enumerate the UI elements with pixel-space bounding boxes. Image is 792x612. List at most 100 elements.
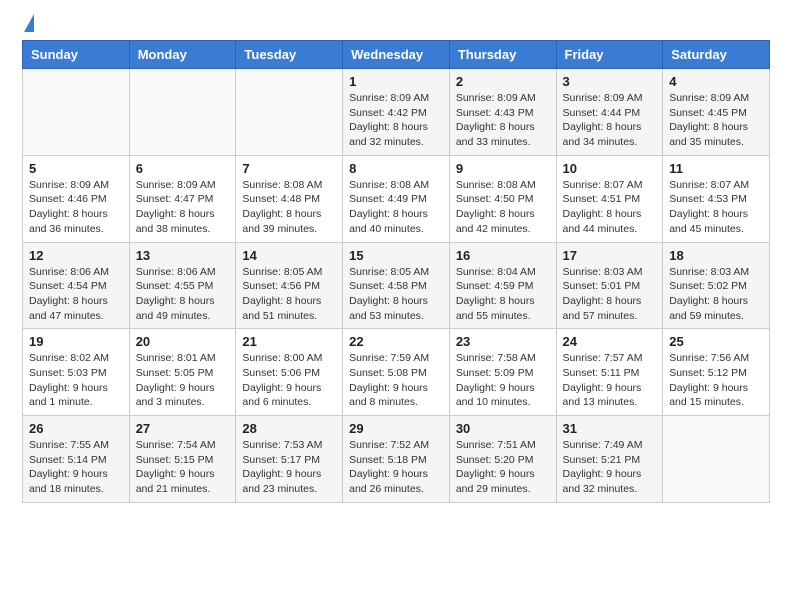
day-info: Sunrise: 8:08 AM Sunset: 4:48 PM Dayligh… [242,178,336,237]
day-number: 18 [669,248,763,263]
week-row-2: 5 Sunrise: 8:09 AM Sunset: 4:46 PM Daylig… [23,155,770,242]
day-cell: 23 Sunrise: 7:58 AM Sunset: 5:09 PM Dayli… [449,329,556,416]
day-cell: 4 Sunrise: 8:09 AM Sunset: 4:45 PM Daylig… [663,69,770,156]
day-cell: 15 Sunrise: 8:05 AM Sunset: 4:58 PM Dayli… [343,242,450,329]
day-cell: 1Sunrise: 8:09 AM Sunset: 4:42 PM Daylig… [343,69,450,156]
day-info: Sunrise: 8:09 AM Sunset: 4:45 PM Dayligh… [669,91,763,150]
day-info: Sunrise: 8:05 AM Sunset: 4:58 PM Dayligh… [349,265,443,324]
day-info: Sunrise: 7:52 AM Sunset: 5:18 PM Dayligh… [349,438,443,497]
day-info: Sunrise: 8:09 AM Sunset: 4:47 PM Dayligh… [136,178,230,237]
day-cell: 6Sunrise: 8:09 AM Sunset: 4:47 PM Daylig… [129,155,236,242]
day-cell: 14 Sunrise: 8:05 AM Sunset: 4:56 PM Dayli… [236,242,343,329]
week-row-1: 1Sunrise: 8:09 AM Sunset: 4:42 PM Daylig… [23,69,770,156]
day-number: 26 [29,421,123,436]
day-cell: 25 Sunrise: 7:56 AM Sunset: 5:12 PM Dayli… [663,329,770,416]
day-cell: 3 Sunrise: 8:09 AM Sunset: 4:44 PM Daylig… [556,69,663,156]
day-cell: 31Sunrise: 7:49 AM Sunset: 5:21 PM Dayli… [556,416,663,503]
logo-triangle-icon [24,14,34,32]
day-cell [663,416,770,503]
day-cell [236,69,343,156]
day-info: Sunrise: 7:53 AM Sunset: 5:17 PM Dayligh… [242,438,336,497]
day-info: Sunrise: 7:56 AM Sunset: 5:12 PM Dayligh… [669,351,763,410]
day-info: Sunrise: 8:09 AM Sunset: 4:44 PM Dayligh… [563,91,657,150]
day-info: Sunrise: 8:07 AM Sunset: 4:53 PM Dayligh… [669,178,763,237]
day-info: Sunrise: 8:09 AM Sunset: 4:42 PM Dayligh… [349,91,443,150]
logo [22,18,34,32]
day-info: Sunrise: 7:55 AM Sunset: 5:14 PM Dayligh… [29,438,123,497]
day-info: Sunrise: 8:08 AM Sunset: 4:50 PM Dayligh… [456,178,550,237]
day-number: 9 [456,161,550,176]
day-cell: 18 Sunrise: 8:03 AM Sunset: 5:02 PM Dayli… [663,242,770,329]
day-cell: 11Sunrise: 8:07 AM Sunset: 4:53 PM Dayli… [663,155,770,242]
week-row-5: 26 Sunrise: 7:55 AM Sunset: 5:14 PM Dayli… [23,416,770,503]
weekday-header-wednesday: Wednesday [343,41,450,69]
day-info: Sunrise: 8:09 AM Sunset: 4:43 PM Dayligh… [456,91,550,150]
day-cell [23,69,130,156]
weekday-header-row: SundayMondayTuesdayWednesdayThursdayFrid… [23,41,770,69]
day-info: Sunrise: 8:01 AM Sunset: 5:05 PM Dayligh… [136,351,230,410]
header [22,18,770,32]
day-number: 3 [563,74,657,89]
calendar: SundayMondayTuesdayWednesdayThursdayFrid… [22,40,770,503]
day-info: Sunrise: 7:49 AM Sunset: 5:21 PM Dayligh… [563,438,657,497]
day-number: 27 [136,421,230,436]
day-info: Sunrise: 7:58 AM Sunset: 5:09 PM Dayligh… [456,351,550,410]
day-info: Sunrise: 8:05 AM Sunset: 4:56 PM Dayligh… [242,265,336,324]
day-cell: 20 Sunrise: 8:01 AM Sunset: 5:05 PM Dayli… [129,329,236,416]
day-number: 7 [242,161,336,176]
day-cell: 9 Sunrise: 8:08 AM Sunset: 4:50 PM Daylig… [449,155,556,242]
day-number: 10 [563,161,657,176]
page: SundayMondayTuesdayWednesdayThursdayFrid… [0,0,792,521]
day-number: 25 [669,334,763,349]
day-number: 17 [563,248,657,263]
day-info: Sunrise: 8:03 AM Sunset: 5:02 PM Dayligh… [669,265,763,324]
day-cell: 17Sunrise: 8:03 AM Sunset: 5:01 PM Dayli… [556,242,663,329]
day-cell: 16 Sunrise: 8:04 AM Sunset: 4:59 PM Dayli… [449,242,556,329]
day-info: Sunrise: 8:02 AM Sunset: 5:03 PM Dayligh… [29,351,123,410]
day-cell: 27 Sunrise: 7:54 AM Sunset: 5:15 PM Dayli… [129,416,236,503]
day-info: Sunrise: 7:59 AM Sunset: 5:08 PM Dayligh… [349,351,443,410]
day-info: Sunrise: 8:09 AM Sunset: 4:46 PM Dayligh… [29,178,123,237]
day-cell: 19 Sunrise: 8:02 AM Sunset: 5:03 PM Dayli… [23,329,130,416]
day-cell: 12Sunrise: 8:06 AM Sunset: 4:54 PM Dayli… [23,242,130,329]
weekday-header-thursday: Thursday [449,41,556,69]
day-info: Sunrise: 8:07 AM Sunset: 4:51 PM Dayligh… [563,178,657,237]
day-cell: 7 Sunrise: 8:08 AM Sunset: 4:48 PM Daylig… [236,155,343,242]
weekday-header-saturday: Saturday [663,41,770,69]
day-number: 19 [29,334,123,349]
day-info: Sunrise: 8:04 AM Sunset: 4:59 PM Dayligh… [456,265,550,324]
day-number: 28 [242,421,336,436]
weekday-header-tuesday: Tuesday [236,41,343,69]
day-cell: 22 Sunrise: 7:59 AM Sunset: 5:08 PM Dayli… [343,329,450,416]
day-info: Sunrise: 8:00 AM Sunset: 5:06 PM Dayligh… [242,351,336,410]
day-info: Sunrise: 8:08 AM Sunset: 4:49 PM Dayligh… [349,178,443,237]
day-number: 16 [456,248,550,263]
week-row-3: 12Sunrise: 8:06 AM Sunset: 4:54 PM Dayli… [23,242,770,329]
day-number: 24 [563,334,657,349]
weekday-header-sunday: Sunday [23,41,130,69]
weekday-header-monday: Monday [129,41,236,69]
day-number: 5 [29,161,123,176]
day-number: 21 [242,334,336,349]
day-info: Sunrise: 7:57 AM Sunset: 5:11 PM Dayligh… [563,351,657,410]
day-cell: 24 Sunrise: 7:57 AM Sunset: 5:11 PM Dayli… [556,329,663,416]
week-row-4: 19 Sunrise: 8:02 AM Sunset: 5:03 PM Dayli… [23,329,770,416]
day-cell: 28 Sunrise: 7:53 AM Sunset: 5:17 PM Dayli… [236,416,343,503]
day-cell: 5 Sunrise: 8:09 AM Sunset: 4:46 PM Daylig… [23,155,130,242]
day-number: 20 [136,334,230,349]
day-cell: 8 Sunrise: 8:08 AM Sunset: 4:49 PM Daylig… [343,155,450,242]
day-number: 22 [349,334,443,349]
day-number: 23 [456,334,550,349]
day-info: Sunrise: 7:51 AM Sunset: 5:20 PM Dayligh… [456,438,550,497]
day-info: Sunrise: 8:06 AM Sunset: 4:54 PM Dayligh… [29,265,123,324]
day-cell: 2Sunrise: 8:09 AM Sunset: 4:43 PM Daylig… [449,69,556,156]
day-cell: 13Sunrise: 8:06 AM Sunset: 4:55 PM Dayli… [129,242,236,329]
day-number: 15 [349,248,443,263]
day-cell: 30Sunrise: 7:51 AM Sunset: 5:20 PM Dayli… [449,416,556,503]
day-number: 29 [349,421,443,436]
day-info: Sunrise: 7:54 AM Sunset: 5:15 PM Dayligh… [136,438,230,497]
day-number: 8 [349,161,443,176]
day-cell: 26 Sunrise: 7:55 AM Sunset: 5:14 PM Dayli… [23,416,130,503]
day-number: 14 [242,248,336,263]
day-number: 4 [669,74,763,89]
